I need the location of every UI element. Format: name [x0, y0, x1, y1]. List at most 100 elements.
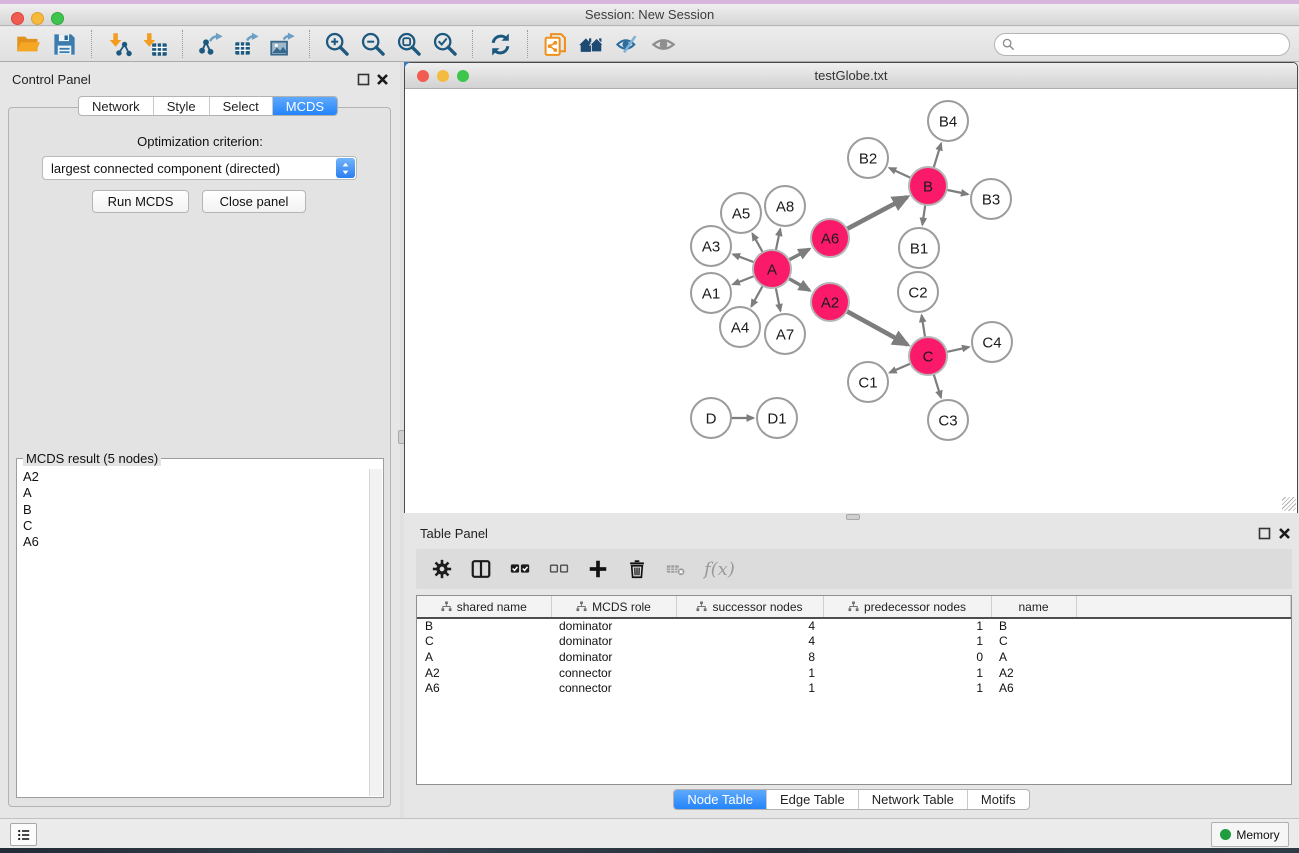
table-cell[interactable]: 1: [676, 680, 823, 696]
graph-node-D1[interactable]: D1: [757, 398, 797, 438]
table-cell[interactable]: A2: [991, 665, 1076, 681]
graph-edge-A-A8[interactable]: [776, 229, 781, 251]
zoom-selected-button[interactable]: [427, 28, 463, 60]
mcds-result-list[interactable]: A2ABCA6: [18, 469, 369, 796]
mcds-result-scrollbar[interactable]: [369, 469, 382, 796]
table-row[interactable]: A6connector11A6: [417, 680, 1291, 696]
graph-node-A3[interactable]: A3: [691, 226, 731, 266]
graph-node-A4[interactable]: A4: [720, 307, 760, 347]
graph-edge-C-C1[interactable]: [890, 363, 912, 372]
network-window-titlebar[interactable]: testGlobe.txt: [405, 63, 1297, 89]
graph-edge-A-A1[interactable]: [733, 276, 755, 285]
network-canvas[interactable]: B4B2BB3A5A8A6B1A3AA1C2A2A4A7C4CC1DD1C3: [405, 89, 1297, 513]
graph-node-A6[interactable]: A6: [811, 219, 849, 257]
table-cell[interactable]: A: [417, 649, 551, 665]
graph-node-A2[interactable]: A2: [811, 283, 849, 321]
graph-edge-A-A2[interactable]: [788, 278, 810, 290]
graph-node-B1[interactable]: B1: [899, 228, 939, 268]
graph-edge-B-B1[interactable]: [922, 204, 925, 225]
search-input[interactable]: [1019, 38, 1289, 52]
graph-edge-A-A3[interactable]: [733, 254, 755, 262]
export-table-button[interactable]: [228, 28, 264, 60]
window-resize-grip[interactable]: [1282, 497, 1296, 511]
table-cell[interactable]: dominator: [551, 618, 676, 634]
delete-columns-button[interactable]: [624, 556, 650, 582]
deselect-all-rows-button[interactable]: [546, 556, 572, 582]
table-cell[interactable]: 4: [676, 634, 823, 650]
show-graphics-details-button[interactable]: [645, 28, 681, 60]
graph-node-C3[interactable]: C3: [928, 400, 968, 440]
column-header-successor-nodes[interactable]: successor nodes: [676, 596, 823, 618]
task-history-button[interactable]: [10, 823, 37, 846]
graph-edge-B-B4[interactable]: [933, 143, 941, 168]
table-row[interactable]: Cdominator41C: [417, 634, 1291, 650]
graph-node-A7[interactable]: A7: [765, 314, 805, 354]
zoom-out-button[interactable]: [355, 28, 391, 60]
table-header-row[interactable]: shared name MCDS role successor nodes pr…: [417, 596, 1291, 618]
table-row[interactable]: Adominator80A: [417, 649, 1291, 665]
table-cell[interactable]: 1: [823, 680, 991, 696]
graph-edge-A-A4[interactable]: [751, 285, 763, 307]
table-cell[interactable]: connector: [551, 665, 676, 681]
graph-edge-A-A6[interactable]: [788, 249, 809, 260]
table-row[interactable]: A2connector11A2: [417, 665, 1291, 681]
tab-network[interactable]: Network: [79, 97, 154, 115]
graph-node-B4[interactable]: B4: [928, 101, 968, 141]
tab-network-table[interactable]: Network Table: [859, 790, 968, 809]
table-cell[interactable]: A: [991, 649, 1076, 665]
create-column-button[interactable]: [585, 556, 611, 582]
graph-node-C1[interactable]: C1: [848, 362, 888, 402]
graph-node-C[interactable]: C: [909, 337, 947, 375]
close-panel-icon[interactable]: [376, 73, 389, 86]
table-cell[interactable]: B: [991, 618, 1076, 634]
table-cell[interactable]: A2: [417, 665, 551, 681]
tab-mcds[interactable]: MCDS: [273, 97, 337, 115]
mcds-result-item[interactable]: A: [18, 485, 369, 501]
graph-node-C4[interactable]: C4: [972, 322, 1012, 362]
hide-graphics-details-button[interactable]: [609, 28, 645, 60]
table-cell[interactable]: connector: [551, 680, 676, 696]
mcds-result-item[interactable]: A6: [18, 534, 369, 550]
close-panel-button[interactable]: Close panel: [202, 190, 306, 213]
refresh-button[interactable]: [482, 28, 518, 60]
tab-style[interactable]: Style: [154, 97, 210, 115]
export-network-button[interactable]: [192, 28, 228, 60]
graph-node-B[interactable]: B: [909, 167, 947, 205]
graph-edge-A6-B[interactable]: [846, 197, 907, 230]
tab-node-table[interactable]: Node Table: [674, 790, 767, 809]
run-mcds-button[interactable]: Run MCDS: [92, 190, 189, 213]
graph-node-D[interactable]: D: [691, 398, 731, 438]
zoom-fit-button[interactable]: [391, 28, 427, 60]
mcds-result-item[interactable]: C: [18, 518, 369, 534]
column-header-mcds-role[interactable]: MCDS role: [551, 596, 676, 618]
column-header-shared-name[interactable]: shared name: [417, 596, 551, 618]
home-button[interactable]: [573, 28, 609, 60]
import-table-button[interactable]: [137, 28, 173, 60]
table-cell[interactable]: 1: [823, 634, 991, 650]
memory-button[interactable]: Memory: [1211, 822, 1289, 847]
close-table-panel-icon[interactable]: [1278, 527, 1291, 540]
float-panel-icon[interactable]: [357, 73, 370, 86]
graph-edge-A2-C[interactable]: [846, 311, 908, 345]
graph-node-A1[interactable]: A1: [691, 273, 731, 313]
zoom-in-button[interactable]: [319, 28, 355, 60]
open-session-button[interactable]: [10, 28, 46, 60]
table-cell[interactable]: A6: [417, 680, 551, 696]
graph-edge-C-C4[interactable]: [946, 347, 969, 352]
graph-node-A8[interactable]: A8: [765, 186, 805, 226]
column-header-name[interactable]: name: [991, 596, 1076, 618]
graph-edge-B-B2[interactable]: [889, 168, 911, 178]
node-table[interactable]: shared name MCDS role successor nodes pr…: [416, 595, 1292, 785]
select-all-rows-button[interactable]: [507, 556, 533, 582]
mcds-result-item[interactable]: B: [18, 502, 369, 518]
table-cell[interactable]: A6: [991, 680, 1076, 696]
graph-edge-C-C2[interactable]: [922, 315, 926, 338]
graph-node-A5[interactable]: A5: [721, 193, 761, 233]
graph-node-A[interactable]: A: [753, 250, 791, 288]
column-header-predecessor-nodes[interactable]: predecessor nodes: [823, 596, 991, 618]
save-session-button[interactable]: [46, 28, 82, 60]
export-image-button[interactable]: [264, 28, 300, 60]
table-cell[interactable]: dominator: [551, 649, 676, 665]
table-cell[interactable]: 4: [676, 618, 823, 634]
table-cell[interactable]: 1: [823, 665, 991, 681]
